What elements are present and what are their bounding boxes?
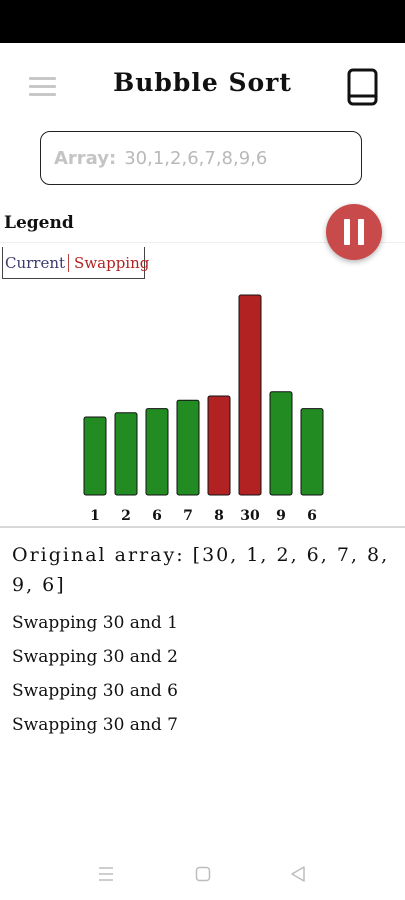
bar-7: [300, 408, 324, 496]
bar-4: [207, 395, 231, 496]
home-icon[interactable]: [195, 865, 211, 887]
bar-6: [269, 391, 293, 496]
bar-label-4: 8: [214, 508, 224, 524]
bar-0: [83, 416, 107, 496]
log-line: Swapping 30 and 1: [12, 613, 178, 633]
status-bar: [0, 0, 405, 43]
bar-label-0: 1: [90, 508, 100, 524]
bar-label-2: 6: [152, 508, 162, 524]
array-input[interactable]: Array: 30,1,2,6,7,8,9,6: [40, 131, 362, 185]
book-icon[interactable]: [346, 68, 380, 108]
bar-chart: 1 2 6 7 8 30 9 6: [83, 294, 324, 524]
sort-log: Original array: [30, 1, 2, 6, 7, 8, 9, 6…: [12, 540, 397, 742]
original-array-text: Original array: [30, 1, 2, 6, 7, 8, 9, 6…: [12, 544, 390, 596]
bar-label-1: 2: [121, 508, 131, 524]
legend-swapping: Swapping: [74, 253, 150, 272]
array-input-value: 30,1,2,6,7,8,9,6: [124, 147, 268, 169]
pause-icon: [344, 219, 350, 245]
bar-label-6: 9: [276, 508, 286, 524]
pause-icon-bar: [358, 219, 364, 245]
bar-label-7: 6: [307, 508, 317, 524]
log-line: Swapping 30 and 7: [12, 715, 178, 735]
pause-button[interactable]: [326, 204, 382, 260]
log-line: Swapping 30 and 2: [12, 647, 178, 667]
chart-divider: [0, 526, 405, 528]
log-line: Swapping 30 and 6: [12, 681, 178, 701]
bar-label-5: 30: [240, 508, 260, 524]
legend: Current Swapping: [2, 247, 149, 279]
page-title: Bubble Sort: [113, 68, 292, 97]
bar-2: [145, 408, 169, 496]
back-icon[interactable]: [290, 865, 306, 887]
bar-3: [176, 399, 200, 496]
legend-title: Legend: [4, 213, 74, 233]
system-nav-bar: [0, 850, 405, 900]
recents-icon[interactable]: [98, 865, 114, 887]
bar-label-3: 7: [183, 508, 193, 524]
array-input-label: Array:: [54, 147, 117, 169]
legend-current: Current: [3, 253, 70, 272]
bar-1: [114, 412, 138, 496]
bar-5: [238, 294, 262, 496]
